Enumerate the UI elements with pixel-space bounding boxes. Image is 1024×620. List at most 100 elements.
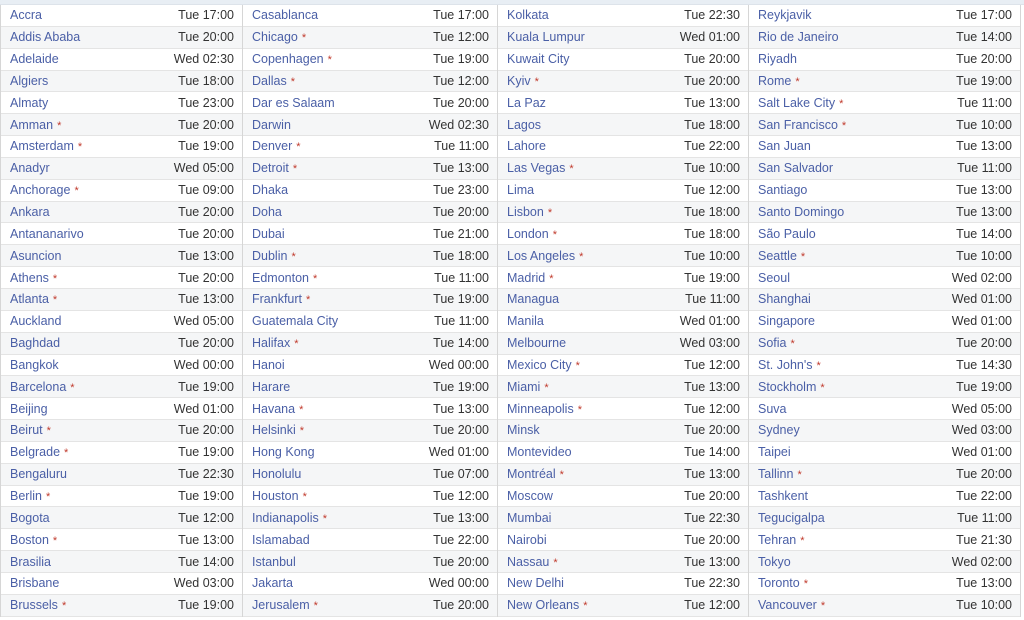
city-link[interactable]: Moscow [507,489,553,503]
city-link[interactable]: Los Angeles [507,249,575,263]
city-link[interactable]: Tokyo [758,555,791,569]
city-link[interactable]: Denver [252,139,292,153]
city-link[interactable]: Istanbul [252,555,296,569]
city-link[interactable]: Almaty [10,96,48,110]
city-link[interactable]: New Orleans [507,598,579,612]
city-link[interactable]: London [507,227,549,241]
city-link[interactable]: Minneapolis [507,402,574,416]
city-link[interactable]: Kuwait City [507,52,570,66]
city-link[interactable]: Anchorage [10,183,70,197]
city-link[interactable]: New Delhi [507,576,564,590]
city-link[interactable]: Frankfurt [252,292,302,306]
city-link[interactable]: Santiago [758,183,807,197]
city-link[interactable]: Minsk [507,423,540,437]
city-link[interactable]: Kyiv [507,74,531,88]
city-link[interactable]: San Juan [758,139,811,153]
city-link[interactable]: Bangkok [10,358,59,372]
city-link[interactable]: Chicago [252,30,298,44]
city-link[interactable]: Bogota [10,511,50,525]
city-link[interactable]: Atlanta [10,292,49,306]
city-link[interactable]: Dar es Salaam [252,96,335,110]
city-link[interactable]: Lisbon [507,205,544,219]
city-link[interactable]: Toronto [758,576,800,590]
city-link[interactable]: Amsterdam [10,139,74,153]
city-link[interactable]: Manila [507,314,544,328]
city-link[interactable]: Antananarivo [10,227,84,241]
city-link[interactable]: Darwin [252,118,291,132]
city-link[interactable]: Las Vegas [507,161,565,175]
city-link[interactable]: Copenhagen [252,52,324,66]
city-link[interactable]: Nassau [507,555,549,569]
city-link[interactable]: Detroit [252,161,289,175]
city-link[interactable]: Shanghai [758,292,811,306]
city-link[interactable]: Casablanca [252,8,318,22]
city-link[interactable]: Indianapolis [252,511,319,525]
city-link[interactable]: Riyadh [758,52,797,66]
city-link[interactable]: Bengaluru [10,467,67,481]
city-link[interactable]: Ankara [10,205,50,219]
city-link[interactable]: São Paulo [758,227,816,241]
city-link[interactable]: Beirut [10,423,43,437]
city-link[interactable]: St. John's [758,358,813,372]
city-link[interactable]: Montréal [507,467,556,481]
city-link[interactable]: Auckland [10,314,61,328]
city-link[interactable]: Honolulu [252,467,301,481]
city-link[interactable]: Rio de Janeiro [758,30,839,44]
city-link[interactable]: Havana [252,402,295,416]
city-link[interactable]: Dublin [252,249,287,263]
city-link[interactable]: Suva [758,402,787,416]
city-link[interactable]: Lahore [507,139,546,153]
city-link[interactable]: Salt Lake City [758,96,835,110]
city-link[interactable]: Lagos [507,118,541,132]
city-link[interactable]: Hanoi [252,358,285,372]
city-link[interactable]: Kolkata [507,8,549,22]
city-link[interactable]: Tashkent [758,489,808,503]
city-link[interactable]: Brussels [10,598,58,612]
city-link[interactable]: Dhaka [252,183,288,197]
city-link[interactable]: San Salvador [758,161,833,175]
city-link[interactable]: Edmonton [252,271,309,285]
city-link[interactable]: Tehran [758,533,796,547]
city-link[interactable]: Lima [507,183,534,197]
city-link[interactable]: Vancouver [758,598,817,612]
city-link[interactable]: Dubai [252,227,285,241]
city-link[interactable]: Harare [252,380,290,394]
city-link[interactable]: Athens [10,271,49,285]
city-link[interactable]: Doha [252,205,282,219]
city-link[interactable]: Stockholm [758,380,816,394]
city-link[interactable]: Dallas [252,74,287,88]
city-link[interactable]: Nairobi [507,533,547,547]
city-link[interactable]: Addis Ababa [10,30,80,44]
city-link[interactable]: Jerusalem [252,598,310,612]
city-link[interactable]: Miami [507,380,540,394]
city-link[interactable]: Houston [252,489,299,503]
city-link[interactable]: Sofia [758,336,787,350]
city-link[interactable]: Taipei [758,445,791,459]
city-link[interactable]: Melbourne [507,336,566,350]
city-link[interactable]: Seattle [758,249,797,263]
city-link[interactable]: Beijing [10,402,48,416]
city-link[interactable]: Montevideo [507,445,572,459]
city-link[interactable]: Tallinn [758,467,793,481]
city-link[interactable]: Halifax [252,336,290,350]
city-link[interactable]: Singapore [758,314,815,328]
city-link[interactable]: Islamabad [252,533,310,547]
city-link[interactable]: Mexico City [507,358,572,372]
city-link[interactable]: Kuala Lumpur [507,30,585,44]
city-link[interactable]: Helsinki [252,423,296,437]
city-link[interactable]: Baghdad [10,336,60,350]
city-link[interactable]: Amman [10,118,53,132]
city-link[interactable]: Belgrade [10,445,60,459]
city-link[interactable]: Boston [10,533,49,547]
city-link[interactable]: Guatemala City [252,314,338,328]
city-link[interactable]: Mumbai [507,511,551,525]
city-link[interactable]: Managua [507,292,559,306]
city-link[interactable]: Accra [10,8,42,22]
city-link[interactable]: Santo Domingo [758,205,844,219]
city-link[interactable]: Madrid [507,271,545,285]
city-link[interactable]: Anadyr [10,161,50,175]
city-link[interactable]: Barcelona [10,380,66,394]
city-link[interactable]: Rome [758,74,791,88]
city-link[interactable]: Algiers [10,74,48,88]
city-link[interactable]: La Paz [507,96,546,110]
